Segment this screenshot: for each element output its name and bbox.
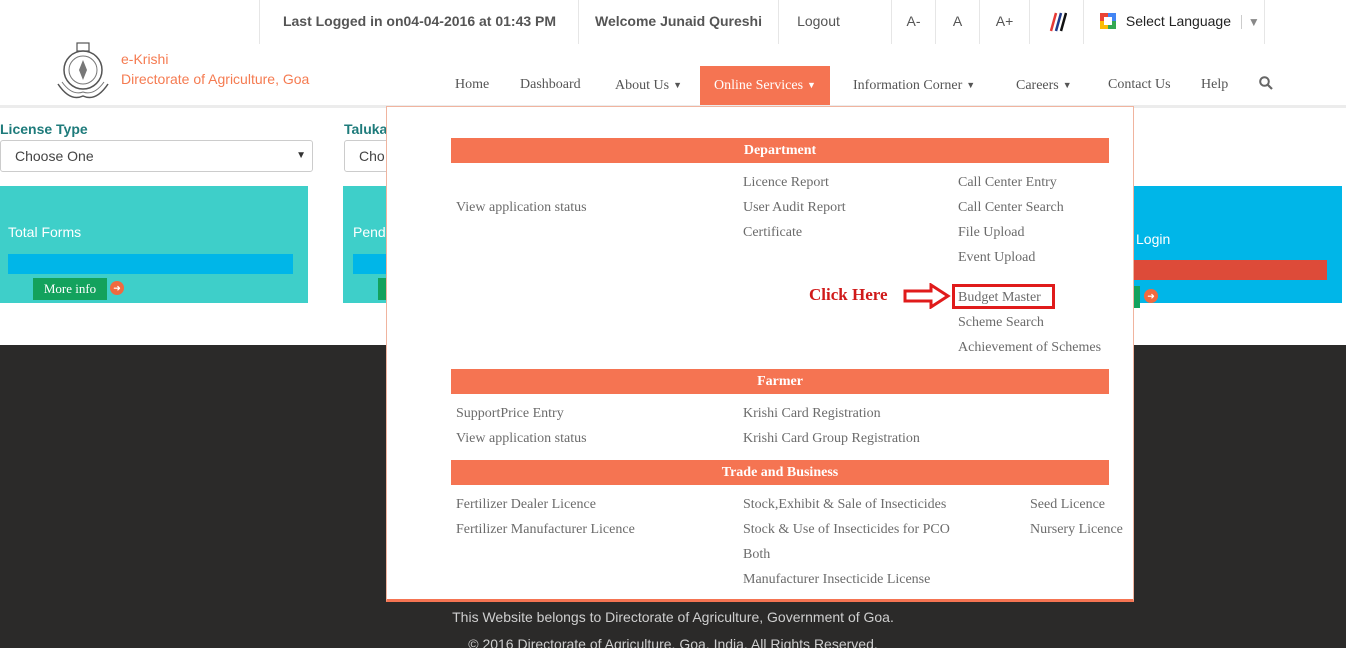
- chevron-down-icon: ▼: [966, 80, 976, 90]
- license-type-select[interactable]: Choose One ▼: [0, 140, 313, 172]
- menu-item[interactable]: SupportPrice Entry: [456, 405, 564, 423]
- contrast-button[interactable]: [1029, 0, 1083, 44]
- menu-item[interactable]: Stock,Exhibit & Sale of Insecticides: [743, 496, 946, 514]
- menu-item[interactable]: Nursery Licence: [1030, 521, 1123, 539]
- menu-item[interactable]: Event Upload: [958, 249, 1035, 267]
- nav-help[interactable]: Help: [1201, 66, 1228, 106]
- card-title: Pend: [353, 224, 386, 240]
- menu-item[interactable]: View application status: [456, 430, 587, 448]
- arrow-right-icon[interactable]: ➜: [1144, 289, 1158, 303]
- logout-link[interactable]: Logout: [778, 0, 858, 44]
- menu-item[interactable]: Call Center Entry: [958, 174, 1057, 192]
- menu-item[interactable]: Stock & Use of Insecticides for PCO: [743, 521, 950, 539]
- chevron-down-icon: ▼: [1062, 80, 1072, 90]
- menu-item[interactable]: Both: [743, 546, 770, 564]
- nav-contact[interactable]: Contact Us: [1108, 66, 1171, 106]
- taluka-label: Taluka: [344, 121, 388, 137]
- license-type-value: Choose One: [15, 148, 94, 164]
- chevron-down-icon: ▼: [1240, 15, 1260, 29]
- section-header-farmer: Farmer: [451, 369, 1109, 394]
- arrow-right-icon: [903, 283, 951, 309]
- footer-copyright: © 2016 Directorate of Agriculture, Goa, …: [468, 636, 878, 648]
- online-services-dropdown: Department View application status Licen…: [386, 106, 1134, 602]
- card-title: Total Forms: [8, 224, 82, 240]
- menu-item[interactable]: Call Center Search: [958, 199, 1064, 217]
- menu-item[interactable]: Certificate: [743, 224, 802, 242]
- card-title: Login: [1136, 231, 1171, 247]
- goa-emblem-logo[interactable]: [50, 40, 116, 106]
- card-progress-bar: [8, 254, 293, 274]
- site-brand[interactable]: e-Krishi Directorate of Agriculture, Goa: [121, 49, 309, 89]
- menu-item[interactable]: Krishi Card Registration: [743, 405, 881, 423]
- menu-item[interactable]: Achievement of Schemes: [958, 339, 1101, 357]
- top-bar: Last Logged in on04-04-2016 at 01:43 PM …: [0, 0, 1346, 44]
- nav-online-services-label: Online Services: [714, 78, 804, 93]
- menu-item[interactable]: Fertilizer Dealer Licence: [456, 496, 596, 514]
- font-decrease-button[interactable]: A-: [891, 0, 935, 44]
- welcome-text: Welcome Junaid Qureshi: [578, 0, 778, 44]
- section-header-trade: Trade and Business: [451, 460, 1109, 485]
- select-language-label: Select Language: [1125, 13, 1231, 29]
- taluka-value: Cho: [359, 148, 385, 164]
- nav-about-label: About Us: [615, 78, 670, 93]
- menu-item[interactable]: Seed Licence: [1030, 496, 1105, 514]
- nav-information-corner-label: Information Corner: [853, 78, 963, 93]
- menu-item[interactable]: Fertilizer Manufacturer Licence: [456, 521, 635, 539]
- font-normal-button[interactable]: A: [935, 0, 979, 44]
- nav-about[interactable]: About Us ▼: [615, 66, 682, 106]
- nav-home[interactable]: Home: [455, 66, 489, 106]
- section-header-department: Department: [451, 138, 1109, 163]
- highlight-box: [952, 284, 1055, 309]
- font-increase-button[interactable]: A+: [979, 0, 1029, 44]
- menu-item[interactable]: Scheme Search: [958, 314, 1044, 332]
- nav-careers-label: Careers: [1016, 78, 1059, 93]
- menu-item[interactable]: User Audit Report: [743, 199, 846, 217]
- menu-item[interactable]: Krishi Card Group Registration: [743, 430, 920, 448]
- card-progress-bar: [1100, 260, 1327, 280]
- search-icon: [1259, 76, 1273, 90]
- nav-information-corner[interactable]: Information Corner ▼: [853, 66, 975, 106]
- more-info-button[interactable]: More info: [33, 278, 107, 300]
- click-here-annotation: Click Here: [809, 285, 888, 304]
- nav-dashboard[interactable]: Dashboard: [520, 66, 581, 106]
- brand-line1: e-Krishi: [121, 51, 169, 67]
- login-card: Login ➜: [1100, 186, 1342, 308]
- search-button[interactable]: [1259, 66, 1273, 106]
- arrow-right-icon[interactable]: ➜: [110, 281, 124, 295]
- total-forms-card: Total Forms More info ➜: [0, 186, 308, 303]
- contrast-icon: [1049, 12, 1067, 32]
- menu-item[interactable]: Licence Report: [743, 174, 829, 192]
- last-logged-text: Last Logged in on04-04-2016 at 01:43 PM: [259, 0, 579, 44]
- nav-online-services[interactable]: Online Services ▼: [700, 66, 830, 106]
- google-icon: [1100, 13, 1116, 29]
- chevron-down-icon: ▼: [673, 80, 682, 90]
- select-language-dropdown[interactable]: Select Language ▼: [1083, 0, 1265, 44]
- select-arrow-icon: ▼: [296, 150, 306, 161]
- menu-item[interactable]: View application status: [456, 199, 587, 217]
- menu-item[interactable]: File Upload: [958, 224, 1025, 242]
- brand-line2: Directorate of Agriculture, Goa: [121, 71, 310, 87]
- nav-careers[interactable]: Careers ▼: [1016, 66, 1072, 106]
- chevron-down-icon: ▼: [807, 80, 816, 90]
- license-type-label: License Type: [0, 121, 88, 137]
- menu-item[interactable]: Manufacturer Insecticide License: [743, 571, 930, 589]
- footer-ownership: This Website belongs to Directorate of A…: [452, 609, 894, 625]
